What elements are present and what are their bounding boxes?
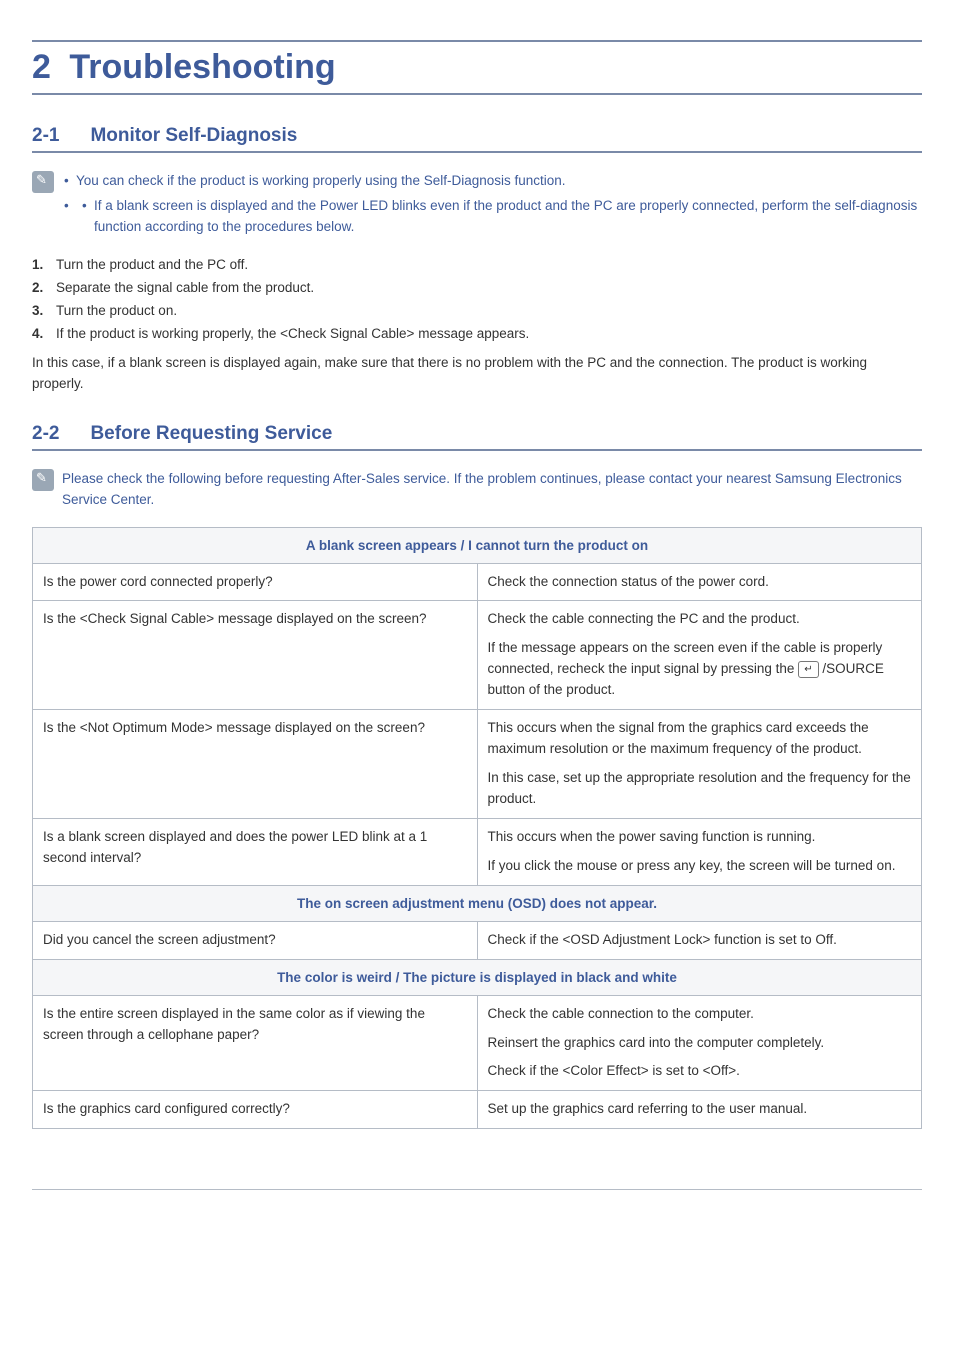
answer-line: This occurs when the power saving functi… xyxy=(488,827,912,848)
step-item: 1.Turn the product and the PC off. xyxy=(32,254,922,277)
procedure-steps: 1.Turn the product and the PC off. 2.Sep… xyxy=(32,254,922,346)
table-row: Did you cancel the screen adjustment? Ch… xyxy=(33,921,922,959)
step-item: 2.Separate the signal cable from the pro… xyxy=(32,277,922,300)
step-item: 3.Turn the product on. xyxy=(32,300,922,323)
section-title: Before Requesting Service xyxy=(90,423,332,444)
answer-line: If you click the mouse or press any key,… xyxy=(488,856,912,877)
step-text: Turn the product and the PC off. xyxy=(56,257,248,272)
answer-cell: This occurs when the signal from the gra… xyxy=(477,710,922,819)
table-section-header: A blank screen appears / I cannot turn t… xyxy=(33,527,922,563)
answer-line: Check if the <Color Effect> is set to <O… xyxy=(488,1061,912,1082)
answer-line: Check the cable connecting the PC and th… xyxy=(488,609,912,630)
chapter-number: 2 xyxy=(32,48,51,87)
section-title: Monitor Self-Diagnosis xyxy=(90,125,297,146)
note-box: You can check if the product is working … xyxy=(32,171,922,242)
question-cell: Is the entire screen displayed in the sa… xyxy=(33,995,478,1091)
procedure-tail: In this case, if a blank screen is displ… xyxy=(32,352,922,395)
table-row: Is a blank screen displayed and does the… xyxy=(33,818,922,885)
step-text: Separate the signal cable from the produ… xyxy=(56,280,314,295)
source-button-icon xyxy=(798,661,818,678)
answer-cell: This occurs when the power saving functi… xyxy=(477,818,922,885)
answer-line: In this case, set up the appropriate res… xyxy=(488,768,912,810)
answer-line: Set up the graphics card referring to th… xyxy=(488,1099,912,1120)
question-cell: Is the graphics card configured correctl… xyxy=(33,1091,478,1129)
answer-cell: Check the cable connecting the PC and th… xyxy=(477,601,922,710)
section-heading-2-1: 2-1 Monitor Self-Diagnosis xyxy=(32,125,922,153)
table-row: Is the entire screen displayed in the sa… xyxy=(33,995,922,1091)
note-box: Please check the following before reques… xyxy=(32,469,922,511)
footer-rule xyxy=(32,1189,922,1190)
table-row: Is the graphics card configured correctl… xyxy=(33,1091,922,1129)
table-section-header: The color is weird / The picture is disp… xyxy=(33,959,922,995)
pencil-note-icon xyxy=(32,171,54,193)
answer-line: If the message appears on the screen eve… xyxy=(488,638,912,701)
answer-cell: Set up the graphics card referring to th… xyxy=(477,1091,922,1129)
note-body: Please check the following before reques… xyxy=(62,469,922,511)
step-text: If the product is working properly, the … xyxy=(56,326,529,341)
question-cell: Is the <Not Optimum Mode> message displa… xyxy=(33,710,478,819)
pencil-note-icon xyxy=(32,469,54,491)
note-bullet: You can check if the product is working … xyxy=(62,171,922,192)
step-text: Turn the product on. xyxy=(56,303,177,318)
answer-cell: Check the connection status of the power… xyxy=(477,563,922,601)
question-cell: Is a blank screen displayed and does the… xyxy=(33,818,478,885)
question-cell: Is the <Check Signal Cable> message disp… xyxy=(33,601,478,710)
chapter-heading: 2 Troubleshooting xyxy=(32,40,922,95)
section-number: 2-2 xyxy=(32,423,86,445)
section-number: 2-1 xyxy=(32,125,86,147)
note-body: You can check if the product is working … xyxy=(62,171,922,242)
table-row: Is the <Check Signal Cable> message disp… xyxy=(33,601,922,710)
question-cell: Did you cancel the screen adjustment? xyxy=(33,921,478,959)
answer-line: This occurs when the signal from the gra… xyxy=(488,718,912,760)
question-cell: Is the power cord connected properly? xyxy=(33,563,478,601)
section-heading-2-2: 2-2 Before Requesting Service xyxy=(32,423,922,451)
chapter-title: Troubleshooting xyxy=(69,48,335,87)
answer-line: Check if the <OSD Adjustment Lock> funct… xyxy=(488,930,912,951)
table-section-header: The on screen adjustment menu (OSD) does… xyxy=(33,885,922,921)
table-row: Is the power cord connected properly? Ch… xyxy=(33,563,922,601)
table-row: Is the <Not Optimum Mode> message displa… xyxy=(33,710,922,819)
answer-line: Reinsert the graphics card into the comp… xyxy=(488,1033,912,1054)
answer-cell: Check if the <OSD Adjustment Lock> funct… xyxy=(477,921,922,959)
step-item: 4.If the product is working properly, th… xyxy=(32,323,922,346)
answer-cell: Check the cable connection to the comput… xyxy=(477,995,922,1091)
answer-line: Check the connection status of the power… xyxy=(488,572,912,593)
answer-line: Check the cable connection to the comput… xyxy=(488,1004,912,1025)
page-content: 2 Troubleshooting 2-1 Monitor Self-Diagn… xyxy=(0,0,954,1270)
note-bullet: If a blank screen is displayed and the P… xyxy=(80,196,922,238)
troubleshooting-table: A blank screen appears / I cannot turn t… xyxy=(32,527,922,1130)
